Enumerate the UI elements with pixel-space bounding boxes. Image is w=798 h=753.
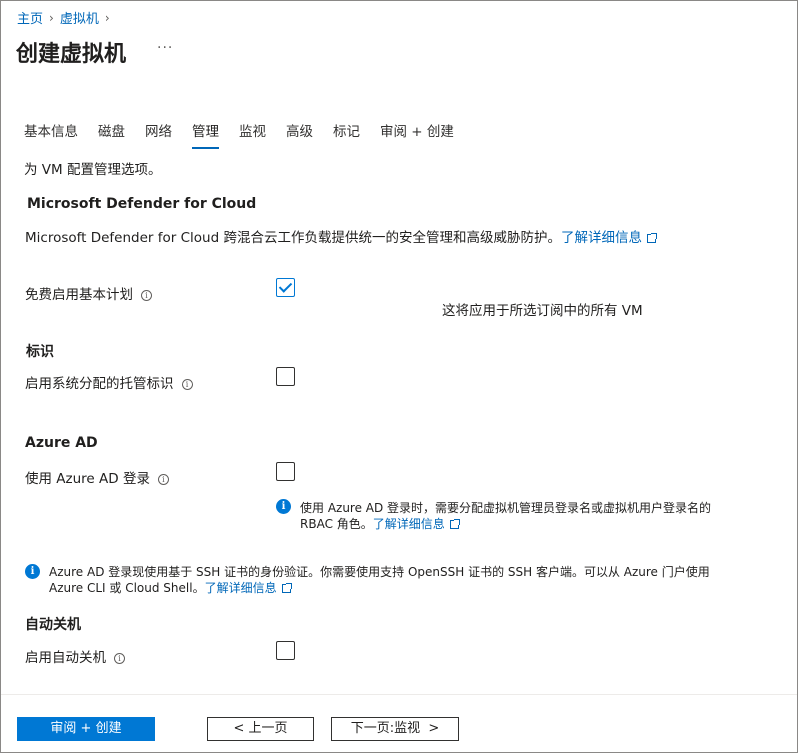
auto-shutdown-heading: 自动关机 (25, 617, 81, 633)
tab-networking[interactable]: 网络 (145, 120, 172, 149)
info-icon[interactable]: i (114, 652, 125, 664)
ssh-notice-text: Azure CLI 或 Cloud Shell。 (49, 581, 205, 595)
chevron-right-icon: › (104, 10, 110, 25)
tab-monitoring[interactable]: 监视 (239, 120, 266, 149)
aad-login-label: 使用 Azure AD 登录 (25, 471, 150, 487)
next-button[interactable]: 下一页:监视 > (331, 717, 459, 741)
auto-shutdown-row: 启用自动关机 i (25, 646, 125, 666)
breadcrumb: 主页 › 虚拟机 › (17, 8, 116, 28)
breadcrumb-home-link[interactable]: 主页 (17, 8, 43, 27)
review-create-button[interactable]: 审阅 + 创建 (17, 717, 155, 741)
tab-advanced[interactable]: 高级 (286, 120, 313, 149)
basic-plan-checkbox[interactable] (276, 278, 295, 297)
external-link-icon (449, 519, 460, 529)
breadcrumb-vm-link[interactable]: 虚拟机 (60, 8, 99, 27)
chevron-right-icon: › (49, 10, 54, 25)
defender-heading: Microsoft Defender for Cloud (27, 196, 257, 212)
page-title: 创建虚拟机 (16, 42, 127, 67)
defender-text: Microsoft Defender for Cloud 跨混合云工作负载提供统… (25, 230, 561, 246)
msi-row: 启用系统分配的托管标识 i (25, 372, 193, 392)
ssh-notice-line2: Azure CLI 或 Cloud Shell。了解详细信息 (49, 580, 292, 596)
basic-plan-note: 这将应用于所选订阅中的所有 VM (442, 303, 643, 319)
basic-plan-label: 免费启用基本计划 (25, 287, 133, 303)
tab-bar: 基本信息 磁盘 网络 管理 监视 高级 标记 审阅 + 创建 (24, 120, 474, 149)
ssh-learn-more-link[interactable]: 了解详细信息 (205, 581, 277, 595)
defender-learn-more-link[interactable]: 了解详细信息 (561, 230, 642, 246)
aad-info-line1: 使用 Azure AD 登录时，需要分配虚拟机管理员登录名或虚拟机用户登录名的 (300, 501, 712, 515)
tab-review-create[interactable]: 审阅 + 创建 (380, 120, 454, 149)
msi-label: 启用系统分配的托管标识 (25, 376, 174, 392)
tab-management[interactable]: 管理 (192, 120, 219, 149)
tab-basics[interactable]: 基本信息 (24, 120, 78, 149)
more-options-icon[interactable]: ··· (157, 40, 173, 56)
info-filled-icon: i (25, 564, 40, 579)
previous-button[interactable]: < 上一页 (207, 717, 314, 741)
aad-learn-more-link[interactable]: 了解详细信息 (373, 517, 445, 531)
external-link-icon (281, 583, 292, 593)
footer-divider (1, 694, 797, 695)
identity-heading: 标识 (26, 344, 54, 360)
auto-shutdown-checkbox[interactable] (276, 641, 295, 660)
azure-ad-heading: Azure AD (25, 435, 98, 451)
basic-plan-row: 免费启用基本计划 i (25, 283, 152, 303)
aad-info-line2: RBAC 角色。了解详细信息 (300, 516, 460, 532)
ssh-notice-line1: Azure AD 登录现使用基于 SSH 证书的身份验证。你需要使用支持 Ope… (49, 565, 710, 579)
tab-tags[interactable]: 标记 (333, 120, 360, 149)
info-filled-icon: i (276, 499, 291, 514)
defender-description: Microsoft Defender for Cloud 跨混合云工作负载提供统… (25, 226, 657, 246)
external-link-icon (646, 232, 657, 243)
aad-login-checkbox[interactable] (276, 462, 295, 481)
intro-text: 为 VM 配置管理选项。 (24, 162, 162, 178)
info-icon[interactable]: i (181, 378, 193, 390)
info-icon[interactable]: i (157, 473, 169, 485)
info-icon[interactable]: i (141, 289, 152, 301)
aad-login-row: 使用 Azure AD 登录 i (25, 467, 169, 487)
auto-shutdown-label: 启用自动关机 (25, 650, 106, 666)
aad-info-text: RBAC 角色。 (300, 517, 373, 531)
msi-checkbox[interactable] (276, 367, 295, 386)
tab-disks[interactable]: 磁盘 (98, 120, 125, 149)
